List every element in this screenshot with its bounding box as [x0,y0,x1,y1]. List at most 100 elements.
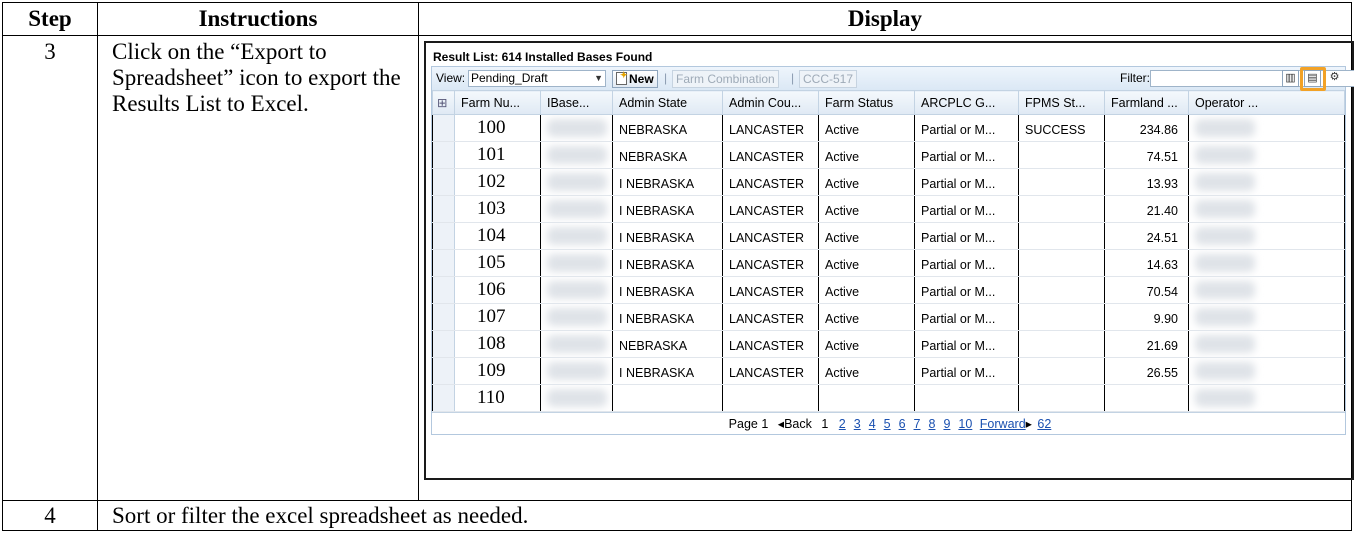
row-prefix: I [619,177,623,191]
row-selector[interactable] [432,384,455,412]
farmland-cell: 21.40 [1104,195,1189,223]
admin-state: NEBRASKA [619,150,688,164]
farm-status-cell: Active [818,222,915,250]
chart-icon[interactable]: ▥ [1282,70,1299,87]
forward-link[interactable]: Forward [980,417,1026,431]
redacted-cell [1188,195,1345,223]
redacted-cell [1188,249,1345,277]
arcplc-cell: Partial or M... [914,168,1019,196]
table-row[interactable]: 103 I NEBRASKA LANCASTER Active Partial or M… [432,195,1345,223]
page-link[interactable]: 2 [839,417,846,431]
column-header[interactable]: FPMS St... [1018,90,1105,115]
column-header[interactable]: IBase... [540,90,613,115]
back-link[interactable]: ◂Back [778,417,812,431]
redacted-cell [1188,276,1345,304]
admin-state: NEBRASKA [619,123,688,137]
admin-state-cell: NEBRASKA [612,330,723,358]
settings-icon[interactable]: ⚙ [1326,70,1343,87]
fpms-status-cell [1018,330,1105,358]
column-header[interactable]: Farm Status [818,90,915,115]
arcplc-cell: Partial or M... [914,114,1019,142]
admin-county-cell [722,384,819,412]
farmland-cell: 9.90 [1104,303,1189,331]
row-selector[interactable] [432,276,455,304]
page-link[interactable]: 7 [914,417,921,431]
redacted-cell [540,276,613,304]
page-link[interactable]: 6 [899,417,906,431]
grid-header-row: ⊞ Farm Nu... IBase... Admin State Admin … [432,90,1345,115]
redacted-cell [540,222,613,250]
redacted-cell [1188,330,1345,358]
table-row[interactable]: 110 [432,384,1345,412]
row-selector[interactable] [432,357,455,385]
table-row[interactable]: 105 I NEBRASKA LANCASTER Active Partial or M… [432,249,1345,277]
step-number: 3 [44,39,56,64]
farm-number-cell: 107 [454,303,541,331]
column-header[interactable]: ARCPLC G... [914,90,1019,115]
arcplc-cell: Partial or M... [914,222,1019,250]
column-header[interactable]: Farm Nu... [454,90,541,115]
table-row[interactable]: 108 NEBRASKA LANCASTER Active Partial or M.… [432,330,1345,358]
hierarchy-icon[interactable]: ⊞ [432,90,455,115]
table-row[interactable]: 106 I NEBRASKA LANCASTER Active Partial or M… [432,276,1345,304]
fpms-status-cell [1018,384,1105,412]
farmland-cell: 234.86 [1104,114,1189,142]
fpms-status-cell [1018,141,1105,169]
table-row[interactable]: 102 I NEBRASKA LANCASTER Active Partial or M… [432,168,1345,196]
view-label: View: [436,71,466,85]
result-list-screenshot: Result List: 614 Installed Bases Found V… [424,41,1354,480]
table-row[interactable]: 107 I NEBRASKA LANCASTER Active Partial or M… [432,303,1345,331]
admin-county-cell: LANCASTER [722,330,819,358]
farm-status-cell: Active [818,168,915,196]
table-row[interactable]: 100 NEBRASKA LANCASTER Active Partial or M.… [432,114,1345,142]
row-selector[interactable] [432,303,455,331]
page-link[interactable]: 3 [854,417,861,431]
header-row: Step Instructions Display [2,2,1352,36]
farm-combination-button[interactable]: Farm Combination [672,70,779,88]
column-header[interactable]: Farmland ... [1104,90,1189,115]
instructions-header: Instructions [97,2,419,36]
export-highlight-box [1300,67,1326,91]
row-selector[interactable] [432,141,455,169]
page-link[interactable]: 5 [884,417,891,431]
farm-number-cell: 109 [454,357,541,385]
page-link[interactable]: 10 [958,417,972,431]
table-row[interactable]: 109 I NEBRASKA LANCASTER Active Partial or M… [432,357,1345,385]
admin-county-cell: LANCASTER [722,114,819,142]
row-selector[interactable] [432,168,455,196]
arcplc-cell: Partial or M... [914,330,1019,358]
last-page-link[interactable]: 62 [1037,417,1051,431]
farm-number-cell: 104 [454,222,541,250]
new-button[interactable]: New [612,67,658,88]
step-number: 4 [2,500,98,531]
row-selector[interactable] [432,330,455,358]
step-instruction: Sort or filter the excel spreadsheet as … [97,500,1352,531]
admin-state-cell: NEBRASKA [612,141,723,169]
admin-county-cell: LANCASTER [722,141,819,169]
page-link[interactable]: 4 [869,417,876,431]
fpms-status-cell [1018,168,1105,196]
column-header[interactable]: Operator ... [1188,90,1345,115]
result-list-title: Result List: 614 Installed Bases Found [433,50,653,64]
row-selector[interactable] [432,222,455,250]
row-selector[interactable] [432,249,455,277]
table-row[interactable]: 104 I NEBRASKA LANCASTER Active Partial or M… [432,222,1345,250]
ccc-517-button[interactable]: CCC-517 [799,70,858,88]
column-header[interactable]: Admin Cou... [722,90,819,115]
table-row[interactable]: 101 NEBRASKA LANCASTER Active Partial or M.… [432,141,1345,169]
column-header[interactable]: Admin State [612,90,723,115]
redacted-cell [1188,114,1345,142]
row-selector[interactable] [432,114,455,142]
page-links: 2 3 4 5 6 7 8 9 10 [835,417,977,431]
view-select[interactable]: Pending_Draft ▼ [468,70,606,87]
row-selector[interactable] [432,195,455,223]
view-select-value: Pending_Draft [471,71,548,85]
redacted-cell [540,249,613,277]
fpms-status-cell [1018,357,1105,385]
admin-state: NEBRASKA [619,339,688,353]
page-link[interactable]: 8 [929,417,936,431]
farmland-cell [1104,384,1189,412]
fpms-status-cell [1018,222,1105,250]
filter-label: Filter: [1120,71,1150,85]
page-link[interactable]: 9 [943,417,950,431]
